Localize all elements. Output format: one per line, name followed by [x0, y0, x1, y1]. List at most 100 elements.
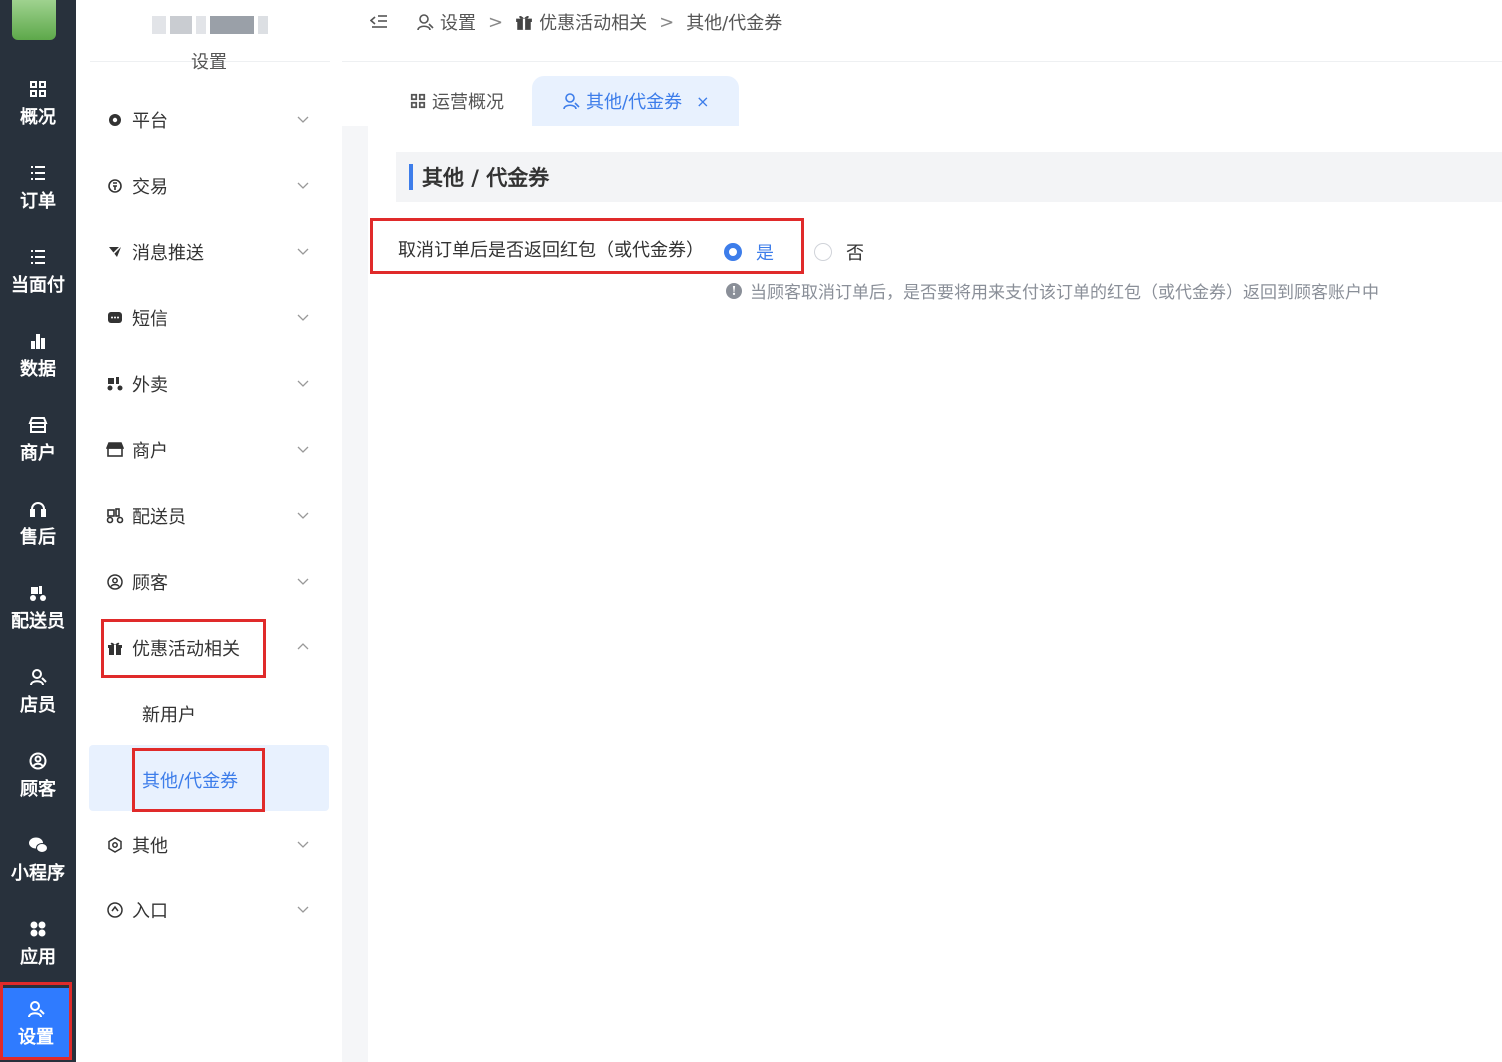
store-icon: [28, 415, 48, 435]
nav-item-data[interactable]: 数据: [0, 314, 76, 398]
sidebar-item-trade[interactable]: 交易: [106, 166, 336, 206]
list-icon: [28, 163, 48, 183]
tab-overview[interactable]: 运营概况: [410, 76, 504, 126]
nav-item-apps[interactable]: 应用: [0, 902, 76, 986]
sidebar-item-rider[interactable]: 配送员: [106, 496, 336, 536]
breadcrumb-separator: >: [659, 11, 675, 33]
sidebar-item-label: 短信: [132, 309, 168, 330]
nav-item-customer[interactable]: 顾客: [0, 734, 76, 818]
sidebar-item-sms[interactable]: 短信: [106, 298, 336, 338]
delivery-scooter-icon: [28, 583, 48, 603]
nav-item-overview[interactable]: 概况: [0, 62, 76, 146]
section-title: 其他 / 代金券: [422, 166, 550, 190]
highlight-box: [370, 218, 804, 274]
breadcrumb: 设置 > 优惠活动相关 > 其他/代金券: [370, 8, 782, 36]
nav-item-label: 当面付: [11, 275, 65, 296]
nav-item-label: 数据: [20, 359, 56, 380]
sidebar-item-label: 消息推送: [132, 243, 204, 264]
primary-nav: 概况 订单 当面付 数据 商户 售后 配送员 店员 顾客 小程序 应用 设置: [0, 0, 76, 1062]
nav-item-label: 概况: [20, 107, 56, 128]
sidebar-item-label: 商户: [132, 441, 168, 462]
chevron-down-icon: [297, 512, 309, 519]
field-hint: ! 当顾客取消订单后，是否要将用来支付该订单的红包（或代金券）返回到顾客账户中: [726, 278, 1379, 303]
wechat-icon: [28, 835, 48, 855]
settings-user-icon: [563, 93, 580, 110]
sidebar-item-takeout[interactable]: 外卖: [106, 364, 336, 404]
entry-icon: [106, 901, 124, 919]
other-hex-icon: [106, 836, 124, 854]
chevron-down-icon: [297, 182, 309, 189]
chevron-down-icon: [297, 380, 309, 387]
sidebar-item-entry[interactable]: 入口: [106, 890, 336, 930]
settings-user-icon: [417, 14, 434, 31]
settings-sidebar: 设置 平台 交易 消息推送 短信 外卖 商户 配送员 顾客 优惠活动相关 新用户…: [76, 0, 342, 1062]
nav-item-staff[interactable]: 店员: [0, 650, 76, 734]
nav-item-label: 配送员: [11, 611, 65, 632]
chevron-down-icon: [297, 841, 309, 848]
blurred-shop-name: [152, 16, 272, 34]
sidebar-item-other[interactable]: 其他: [106, 825, 336, 865]
chevron-down-icon: [297, 446, 309, 453]
main-content: 其他 / 代金券 取消订单后是否返回红包（或代金券） 是 否 ! 当顾客取消订单…: [368, 126, 1502, 1062]
highlight-box: [101, 619, 266, 678]
radio-no[interactable]: 否: [814, 239, 864, 265]
nav-item-label: 顾客: [20, 779, 56, 800]
tab-voucher[interactable]: 其他/代金券 ×: [532, 76, 740, 126]
trade-icon: [106, 177, 124, 195]
sidebar-item-label: 交易: [132, 177, 168, 198]
headset-icon: [28, 499, 48, 519]
dashboard-grid-icon: [410, 93, 426, 109]
nav-item-label: 订单: [20, 191, 56, 212]
sidebar-item-label: 其他: [132, 836, 168, 857]
highlight-box: [0, 982, 72, 1060]
push-icon: [106, 243, 124, 261]
chevron-down-icon: [297, 314, 309, 321]
nav-item-merchant[interactable]: 商户: [0, 398, 76, 482]
chevron-up-icon: [297, 643, 309, 650]
close-icon[interactable]: ×: [696, 92, 709, 111]
sidebar-item-merchant[interactable]: 商户: [106, 430, 336, 470]
sidebar-item-platform[interactable]: 平台: [106, 100, 336, 140]
chevron-down-icon: [297, 248, 309, 255]
tab-bar: 运营概况 其他/代金券 ×: [342, 62, 1502, 126]
nav-item-label: 应用: [20, 947, 56, 968]
highlight-box: [132, 748, 265, 812]
breadcrumb-item-current: 其他/代金券: [686, 13, 783, 34]
breadcrumb-item-settings[interactable]: 设置: [416, 9, 476, 35]
sidebar-item-push[interactable]: 消息推送: [106, 232, 336, 272]
sidebar-item-label: 配送员: [132, 507, 186, 528]
dashboard-grid-icon: [28, 79, 48, 99]
apps-icon: [28, 919, 48, 939]
chevron-down-icon: [297, 906, 309, 913]
sidebar-item-customer[interactable]: 顾客: [106, 562, 336, 602]
collapse-sidebar-icon[interactable]: [370, 14, 394, 30]
sidebar-item-label: 外卖: [132, 375, 168, 396]
radio-dot: [814, 243, 832, 261]
customer-icon: [106, 573, 124, 591]
sidebar-item-label: 平台: [132, 111, 168, 132]
section-header: 其他 / 代金券: [396, 152, 1502, 202]
sidebar-sub-new-user[interactable]: 新用户: [142, 701, 196, 727]
staff-user-icon: [28, 667, 48, 687]
chevron-down-icon: [297, 578, 309, 585]
app-logo: [12, 0, 56, 40]
gift-icon: [516, 16, 532, 30]
sidebar-item-label: 顾客: [132, 573, 168, 594]
info-icon: !: [726, 282, 742, 299]
nav-item-label: 商户: [20, 443, 56, 464]
delivery-icon: [106, 375, 124, 393]
rider-icon: [106, 507, 124, 525]
nav-item-after-sales[interactable]: 售后: [0, 482, 76, 566]
sms-icon: [106, 309, 124, 327]
chevron-down-icon: [297, 116, 309, 123]
app-root: 概况 订单 当面付 数据 商户 售后 配送员 店员 顾客 小程序 应用 设置 设…: [0, 0, 1502, 1062]
list-icon: [28, 247, 48, 267]
store-icon: [106, 441, 124, 459]
nav-item-rider[interactable]: 配送员: [0, 566, 76, 650]
gear-icon: [106, 111, 124, 129]
breadcrumb-item-promotions[interactable]: 优惠活动相关: [515, 9, 647, 35]
nav-item-face-pay[interactable]: 当面付: [0, 230, 76, 314]
bar-chart-icon: [28, 331, 48, 351]
nav-item-orders[interactable]: 订单: [0, 146, 76, 230]
nav-item-mini-program[interactable]: 小程序: [0, 818, 76, 902]
